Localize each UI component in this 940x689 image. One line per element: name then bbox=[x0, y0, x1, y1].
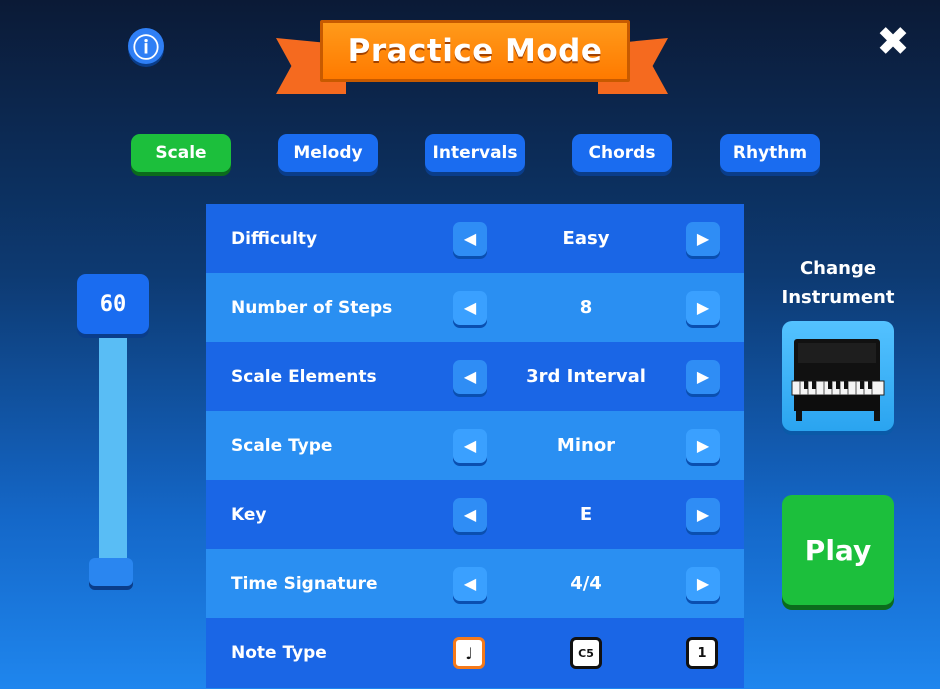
tab-label: Rhythm bbox=[732, 143, 808, 163]
change-instrument-button[interactable] bbox=[782, 321, 894, 431]
tempo-slider-track[interactable] bbox=[99, 330, 127, 588]
time-signature-next-button[interactable]: ▶ bbox=[686, 566, 720, 601]
settings-panel: Difficulty ◀ Easy ▶ Number of Steps ◀ 8 … bbox=[206, 204, 744, 688]
setting-row-difficulty: Difficulty ◀ Easy ▶ bbox=[206, 204, 744, 273]
setting-value: Minor bbox=[556, 435, 616, 456]
change-instrument-text: Change Instrument bbox=[781, 258, 895, 308]
tab-rhythm[interactable]: Rhythm bbox=[720, 134, 820, 172]
scale-elements-prev-button[interactable]: ◀ bbox=[453, 359, 487, 394]
note-type-face-button[interactable]: ♩ bbox=[453, 637, 485, 669]
setting-label: Scale Type bbox=[231, 435, 333, 456]
tempo-value[interactable]: 60 bbox=[77, 274, 149, 334]
tab-label: Scale bbox=[155, 143, 207, 163]
setting-label: Number of Steps bbox=[231, 297, 393, 318]
setting-row-key: Key ◀ E ▶ bbox=[206, 480, 744, 549]
tempo-value-text: 60 bbox=[99, 291, 127, 317]
info-button[interactable]: ⓘ bbox=[128, 28, 164, 64]
note-type-c5-button[interactable]: C5 bbox=[570, 637, 602, 669]
arrow-right-icon: ▶ bbox=[696, 505, 710, 524]
setting-label: Scale Elements bbox=[231, 366, 377, 387]
upright-piano-icon bbox=[791, 339, 885, 421]
info-icon: ⓘ bbox=[132, 33, 159, 64]
setting-label: Key bbox=[231, 504, 267, 525]
tab-scale[interactable]: Scale bbox=[131, 134, 231, 172]
steps-prev-button[interactable]: ◀ bbox=[453, 290, 487, 325]
arrow-left-icon: ◀ bbox=[463, 505, 477, 524]
note-face-icon: ♩ bbox=[465, 643, 473, 663]
arrow-left-icon: ◀ bbox=[463, 367, 477, 386]
setting-label: Note Type bbox=[231, 643, 327, 663]
setting-label: Time Signature bbox=[231, 573, 378, 594]
arrow-right-icon: ▶ bbox=[696, 229, 710, 248]
number-one-icon: 1 bbox=[697, 645, 707, 661]
page-title-text: Practice Mode bbox=[347, 33, 603, 69]
close-icon: ✖ bbox=[876, 19, 910, 65]
tab-label: Chords bbox=[588, 143, 656, 163]
tab-chords[interactable]: Chords bbox=[572, 134, 672, 172]
change-instrument-label: Change Instrument bbox=[776, 254, 900, 312]
tab-intervals[interactable]: Intervals bbox=[425, 134, 525, 172]
arrow-right-icon: ▶ bbox=[696, 574, 710, 593]
scale-elements-next-button[interactable]: ▶ bbox=[686, 359, 720, 394]
setting-label: Difficulty bbox=[231, 228, 318, 249]
c5-icon: C5 bbox=[578, 646, 594, 660]
arrow-left-icon: ◀ bbox=[463, 229, 477, 248]
setting-row-time-signature: Time Signature ◀ 4/4 ▶ bbox=[206, 549, 744, 618]
time-signature-prev-button[interactable]: ◀ bbox=[453, 566, 487, 601]
setting-row-number-of-steps: Number of Steps ◀ 8 ▶ bbox=[206, 273, 744, 342]
arrow-right-icon: ▶ bbox=[696, 436, 710, 455]
tempo-slider-handle[interactable] bbox=[89, 558, 133, 586]
steps-next-button[interactable]: ▶ bbox=[686, 290, 720, 325]
key-prev-button[interactable]: ◀ bbox=[453, 497, 487, 532]
tab-melody[interactable]: Melody bbox=[278, 134, 378, 172]
setting-value: Easy bbox=[562, 228, 610, 249]
close-button[interactable]: ✖ bbox=[873, 22, 913, 62]
arrow-right-icon: ▶ bbox=[696, 367, 710, 386]
scale-type-next-button[interactable]: ▶ bbox=[686, 428, 720, 463]
arrow-left-icon: ◀ bbox=[463, 574, 477, 593]
setting-value: E bbox=[579, 504, 593, 525]
scale-type-prev-button[interactable]: ◀ bbox=[453, 428, 487, 463]
setting-row-note-type: Note Type ♩ C5 1 bbox=[206, 618, 744, 688]
play-button[interactable]: Play bbox=[782, 495, 894, 605]
note-type-number-button[interactable]: 1 bbox=[686, 637, 718, 669]
arrow-left-icon: ◀ bbox=[463, 298, 477, 317]
page-title: Practice Mode bbox=[320, 20, 630, 82]
arrow-left-icon: ◀ bbox=[463, 436, 477, 455]
setting-value: 4/4 bbox=[570, 573, 602, 594]
difficulty-prev-button[interactable]: ◀ bbox=[453, 221, 487, 256]
setting-row-scale-type: Scale Type ◀ Minor ▶ bbox=[206, 411, 744, 480]
setting-value: 3rd Interval bbox=[526, 366, 646, 387]
play-button-label: Play bbox=[804, 533, 872, 567]
tab-label: Melody bbox=[293, 143, 363, 163]
setting-value: 8 bbox=[579, 297, 593, 318]
tab-label: Intervals bbox=[432, 143, 518, 163]
arrow-right-icon: ▶ bbox=[696, 298, 710, 317]
key-next-button[interactable]: ▶ bbox=[686, 497, 720, 532]
difficulty-next-button[interactable]: ▶ bbox=[686, 221, 720, 256]
setting-row-scale-elements: Scale Elements ◀ 3rd Interval ▶ bbox=[206, 342, 744, 411]
